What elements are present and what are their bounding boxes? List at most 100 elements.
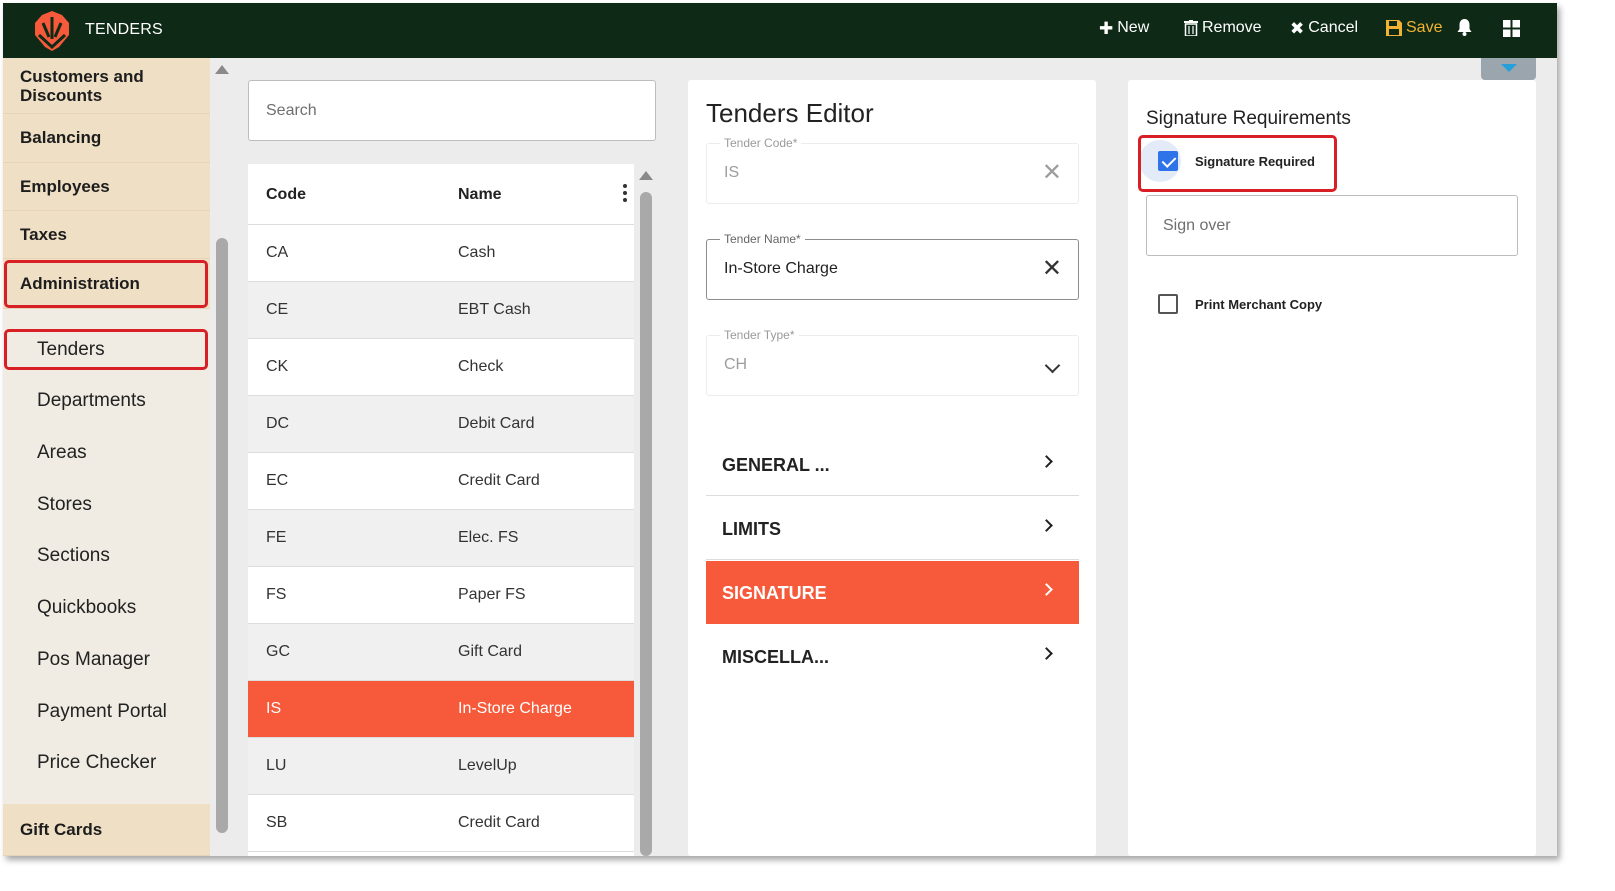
scrollbar-thumb[interactable] [640, 192, 652, 856]
cell-code: CA [266, 244, 289, 261]
cell-name: Elec. FS [458, 529, 519, 546]
sidebar-item-stores[interactable]: Stores [37, 494, 92, 516]
notifications-button[interactable] [1457, 18, 1472, 36]
sidebar-item-label: Areas [37, 442, 87, 463]
remove-button[interactable]: Remove [1184, 19, 1262, 37]
table-row[interactable]: DC Debit Card [248, 396, 634, 453]
cancel-button-label: Cancel [1308, 19, 1359, 36]
section-limits[interactable]: LIMITS [706, 497, 1079, 560]
cell-name: Credit Card [458, 472, 540, 489]
sidebar-scrollbar[interactable] [212, 58, 233, 856]
column-header-name[interactable]: Name [458, 186, 502, 204]
sidebar-item-sections[interactable]: Sections [37, 545, 110, 567]
table-row[interactable]: IS In-Store Charge [248, 681, 634, 738]
tender-name-field[interactable]: Tender Name* In-Store Charge ✕ [706, 232, 1079, 300]
section-miscellaneous[interactable]: MISCELLA... [706, 625, 1079, 688]
search-box[interactable] [248, 80, 656, 141]
highlight-box [4, 260, 208, 308]
cancel-button[interactable]: ✖ Cancel [1290, 19, 1358, 37]
plus-icon: ✚ [1099, 18, 1114, 38]
table-row[interactable]: FS Paper FS [248, 567, 634, 624]
section-label: SIGNATURE [722, 583, 827, 603]
column-header-code[interactable]: Code [266, 186, 306, 204]
sidebar-section-label: Balancing [20, 128, 102, 147]
highlight-box [1138, 135, 1337, 192]
tender-type-label: Tender Type* [720, 328, 799, 342]
tender-name-value[interactable]: In-Store Charge [724, 260, 838, 278]
cell-name: EBT Cash [458, 301, 531, 318]
scrollbar-thumb[interactable] [216, 238, 228, 833]
remove-button-label: Remove [1202, 19, 1262, 36]
table-row[interactable]: EC Credit Card [248, 453, 634, 510]
tender-code-label: Tender Code* [720, 136, 802, 150]
table-row[interactable]: CE EBT Cash [248, 282, 634, 339]
cell-code: FE [266, 529, 287, 546]
table-row[interactable]: CA Cash [248, 225, 634, 282]
section-label: LIMITS [722, 519, 781, 539]
section-signature[interactable]: SIGNATURE [706, 561, 1079, 624]
section-label: MISCELLA... [722, 647, 829, 667]
sidebar-item-quickbooks[interactable]: Quickbooks [37, 597, 136, 619]
cell-name: Paper FS [458, 586, 526, 603]
cell-name: LevelUp [458, 757, 517, 774]
chevron-right-icon [1040, 647, 1053, 660]
chevron-down-icon [1044, 357, 1061, 374]
section-general[interactable]: GENERAL ... [706, 433, 1079, 496]
table-row[interactable]: GC Gift Card [248, 624, 634, 681]
more-options-icon[interactable] [623, 184, 627, 205]
table-row[interactable]: FE Elec. FS [248, 510, 634, 567]
tenders-table: Code Name CA Cash CE EBT Cash CK Check DC Debit… [248, 164, 634, 856]
sidebar-section-balancing[interactable]: Balancing [3, 114, 210, 163]
sidebar-section-label: Gift Cards [20, 819, 103, 839]
apps-grid-button[interactable] [1503, 20, 1520, 37]
sidebar-item-areas[interactable]: Areas [37, 442, 87, 464]
sidebar-section-employees[interactable]: Employees [3, 163, 210, 211]
sign-over-placeholder: Sign over [1163, 216, 1231, 234]
signature-panel: Signature Requirements Signature Require… [1128, 80, 1536, 856]
tender-name-label: Tender Name* [720, 232, 805, 246]
search-input[interactable] [266, 101, 626, 120]
scroll-up-icon[interactable] [639, 171, 653, 180]
save-button[interactable]: Save [1386, 19, 1442, 37]
sidebar-item-departments[interactable]: Departments [37, 390, 146, 412]
cell-name: Check [458, 358, 504, 375]
trash-icon [1184, 20, 1198, 36]
close-icon: ✖ [1290, 18, 1305, 38]
table-row[interactable]: SB Credit Card [248, 795, 634, 852]
collapse-toggle[interactable] [1481, 58, 1536, 80]
table-row[interactable]: LU LevelUp [248, 738, 634, 795]
app-window: TENDERS ✚ New Remove ✖ Cancel Save Custo… [3, 3, 1557, 856]
cell-code: IS [266, 700, 282, 717]
cell-name: Gift Card [458, 643, 523, 660]
scroll-up-icon[interactable] [215, 65, 229, 74]
cell-code: FS [266, 586, 287, 603]
new-button-label: New [1117, 19, 1150, 36]
sidebar-section-taxes[interactable]: Taxes [3, 211, 210, 259]
cell-code: CK [266, 358, 289, 375]
print-merchant-copy-row[interactable]: Print Merchant Copy [1158, 294, 1322, 314]
table-scrollbar[interactable] [636, 164, 656, 856]
tender-type-select: Tender Type* CH [706, 328, 1079, 396]
sidebar-section-label: Customers and Discounts [20, 66, 144, 105]
sidebar-item-payment-portal[interactable]: Payment Portal [37, 701, 167, 723]
cell-code: CE [266, 301, 289, 318]
print-merchant-copy-checkbox[interactable] [1158, 294, 1178, 314]
new-button[interactable]: ✚ New [1099, 19, 1149, 37]
sidebar-item-label: Price Checker [37, 752, 157, 773]
sidebar-item-price-checker[interactable]: Price Checker [37, 752, 156, 774]
sidebar-section-label: Employees [20, 176, 110, 196]
sidebar-section-customers[interactable]: Customers and Discounts [3, 58, 210, 114]
sidebar-section-gift-cards[interactable]: Gift Cards [3, 804, 210, 856]
app-title: TENDERS [85, 21, 163, 38]
cell-code: EC [266, 472, 289, 489]
sidebar-item-label: Departments [37, 390, 146, 411]
cell-code: LU [266, 757, 287, 774]
sidebar-item-label: Payment Portal [37, 701, 167, 722]
sign-over-field[interactable]: Sign over [1146, 195, 1518, 256]
tender-code-field: Tender Code* IS ✕ [706, 136, 1079, 204]
cell-code: DC [266, 415, 290, 432]
table-row[interactable]: CK Check [248, 339, 634, 396]
sidebar: Customers and Discounts Balancing Employ… [3, 58, 210, 856]
sidebar-item-pos-manager[interactable]: Pos Manager [37, 649, 150, 671]
clear-icon[interactable]: ✕ [1042, 257, 1062, 281]
